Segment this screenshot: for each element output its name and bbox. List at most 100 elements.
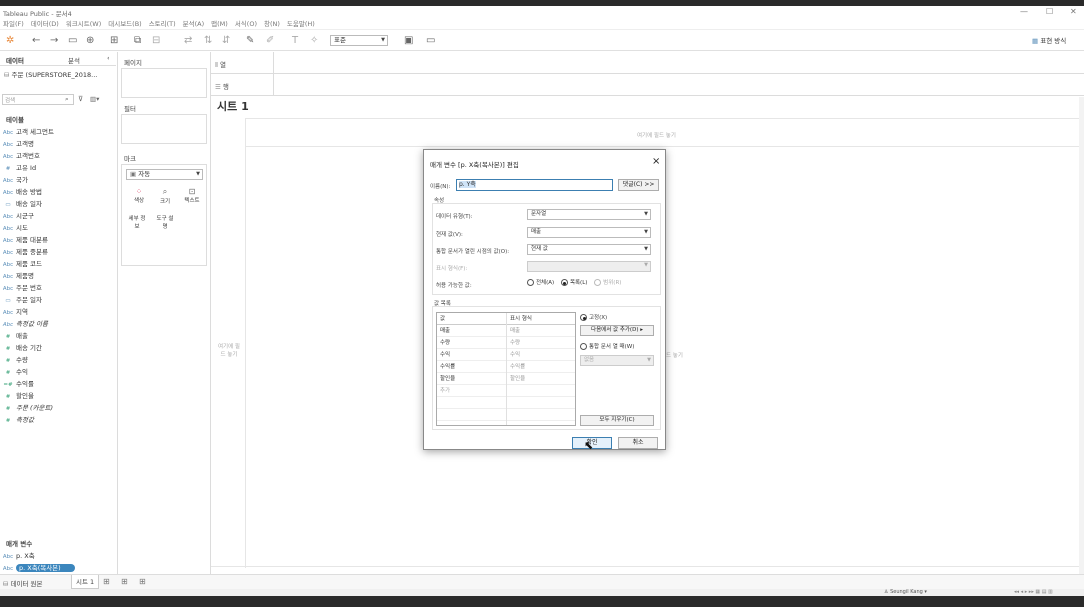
value-list-table[interactable]: 값 표시 형식 매출 매출 수량 수량 수익 수익 수익률 수익률 할인율 할인율 추가 — [436, 312, 576, 426]
name-input[interactable]: p. Y축 — [456, 179, 613, 191]
save-icon[interactable]: ▭ — [68, 36, 77, 46]
measure-field[interactable]: # 매출 — [0, 330, 53, 342]
add-values-from-button[interactable]: 다음에서 값 추가(D) ▸ — [580, 325, 654, 336]
tooltip-button[interactable]: 도구 설명 — [156, 215, 174, 231]
menu-worksheet[interactable]: 워크시트(W) — [66, 18, 101, 30]
parameter-p-x-copy[interactable]: Abc p. X축(복사본) — [0, 562, 116, 574]
datasource-item[interactable]: ⛁ 주문 (SUPERSTORE_2018... — [4, 69, 97, 81]
measure-field[interactable]: # 측정값 — [0, 414, 53, 426]
menu-analysis[interactable]: 분석(A) — [183, 18, 204, 30]
dimension-field[interactable]: Abc 제품 코드 — [0, 258, 54, 270]
menu-story[interactable]: 스토리(T) — [149, 18, 176, 30]
detail-button[interactable]: 세부 정보 — [128, 215, 146, 231]
workbook-open-source-select[interactable]: 없음 ▼ — [580, 355, 654, 366]
sort-asc-icon[interactable]: ⇅ — [204, 36, 212, 46]
radio-when-workbook-opens[interactable]: 통합 문서 열 때(W) — [580, 342, 634, 350]
tableau-logo-icon[interactable]: ✲ — [6, 36, 14, 46]
radio-all[interactable]: 전체(A) — [527, 279, 554, 286]
collapse-pane-icon[interactable]: ‹ — [107, 54, 110, 62]
radio-list[interactable]: 목록(L) — [560, 279, 587, 286]
dimension-field[interactable]: Abc 제품명 — [0, 270, 54, 282]
tab-analysis[interactable]: 분석 — [68, 55, 80, 65]
mark-type-select[interactable]: ▣ 자동 ▼ — [126, 169, 203, 180]
label-icon[interactable]: T — [292, 36, 298, 46]
sheet-tab-1[interactable]: 시트 1 — [71, 575, 100, 589]
comment-button[interactable]: 댓글(C) >> — [618, 179, 659, 191]
color-button[interactable]: ⁘ 색상 — [126, 187, 152, 204]
dimension-field[interactable]: Abc 고객번호 — [0, 150, 54, 162]
highlight-icon[interactable]: ✎ — [246, 36, 254, 46]
drop-field-center[interactable]: 드 놓기 — [666, 351, 683, 359]
dimension-field[interactable]: Abc 국가 — [0, 174, 54, 186]
drop-field-left[interactable]: 여기에 필드 놓기 — [217, 343, 241, 359]
rows-shelf[interactable]: ☰ 행 — [211, 74, 1084, 96]
minimize-icon[interactable]: — — [1020, 7, 1028, 16]
dimension-field[interactable]: ▭ 배송 일자 — [0, 198, 54, 210]
tab-data[interactable]: 데이터 — [6, 55, 24, 65]
close-window-icon[interactable]: ✕ — [1070, 7, 1077, 16]
dimension-field[interactable]: Abc 제품 대분류 — [0, 234, 54, 246]
pages-shelf[interactable] — [121, 68, 207, 98]
dimension-field[interactable]: ▭ 주문 일자 — [0, 294, 54, 306]
back-icon[interactable]: ← — [32, 36, 40, 46]
dimension-field[interactable]: Abc 시도 — [0, 222, 54, 234]
new-sheet-icon[interactable]: ⊞ — [110, 36, 118, 46]
menu-data[interactable]: 데이터(D) — [31, 18, 59, 30]
datatype-select[interactable]: 문자열 ▼ — [527, 209, 651, 220]
pin-icon[interactable]: ✧ — [310, 36, 318, 46]
menu-file[interactable]: 파일(F) — [3, 18, 24, 30]
measure-field[interactable]: # 주문 (카운트) — [0, 402, 53, 414]
view-options-icon[interactable]: ▥▾ — [90, 95, 99, 103]
menu-dashboard[interactable]: 대시보드(B) — [108, 18, 141, 30]
dimension-field[interactable]: Abc 제품 중분류 — [0, 246, 54, 258]
show-me-button[interactable]: ▦ 표현 방식 — [1032, 36, 1066, 46]
cancel-button[interactable]: 취소 — [618, 437, 658, 449]
share-icon[interactable]: ▭ — [426, 36, 435, 46]
columns-shelf[interactable]: ⦀ 열 — [211, 52, 1084, 74]
workbook-open-select[interactable]: 현재 값 ▼ — [527, 244, 651, 255]
dialog-close-icon[interactable]: × — [652, 156, 660, 167]
fit-select[interactable]: 표준 ▼ — [330, 35, 388, 46]
dimension-field[interactable]: Abc 지역 — [0, 306, 54, 318]
maximize-icon[interactable]: ☐ — [1046, 7, 1053, 16]
menu-help[interactable]: 도움말(H) — [287, 18, 315, 30]
text-button[interactable]: ⊡ 텍스트 — [178, 187, 206, 204]
new-story-icon[interactable]: ⊞ — [139, 577, 146, 586]
menu-window[interactable]: 창(N) — [264, 18, 280, 30]
radio-range[interactable]: 범위(R) — [594, 279, 621, 286]
new-datasource-icon[interactable]: ⊕ — [86, 36, 94, 46]
drop-field-top[interactable]: 여기에 필드 놓기 — [637, 131, 676, 139]
dimension-field[interactable]: Abc 주문 번호 — [0, 282, 54, 294]
dimension-field[interactable]: Abc 배송 방법 — [0, 186, 54, 198]
menu-format[interactable]: 서식(O) — [235, 18, 257, 30]
presentation-icon[interactable]: ▣ — [404, 36, 413, 46]
dimension-field[interactable]: Abc 측정값 이름 — [0, 318, 54, 330]
sort-desc-icon[interactable]: ⇵ — [222, 36, 230, 46]
datasource-tab[interactable]: ⛁ 데이터 원본 — [3, 578, 43, 588]
current-value-select[interactable]: 매출 ▼ — [527, 227, 651, 238]
new-dashboard-icon[interactable]: ⊞ — [121, 577, 128, 586]
measure-field[interactable]: # 수익 — [0, 366, 53, 378]
measure-field[interactable]: # 배송 기간 — [0, 342, 53, 354]
duplicate-icon[interactable]: ⧉ — [134, 36, 141, 46]
new-worksheet-icon[interactable]: ⊞ — [103, 577, 110, 586]
filter-icon[interactable]: ⊽ — [78, 95, 83, 103]
display-format-select[interactable]: ▼ — [527, 261, 651, 272]
dimension-field[interactable]: Abc 고객 세그먼트 — [0, 126, 54, 138]
swap-icon[interactable]: ⇄ — [184, 36, 192, 46]
sheet-nav-icons[interactable]: ◂◂ ◂ ▸ ▸▸ ▦ ▤ ▥ — [1014, 589, 1053, 595]
menu-map[interactable]: 맵(M) — [211, 18, 228, 30]
search-input[interactable]: 검색 ⌕ — [2, 94, 74, 105]
forward-icon[interactable]: → — [50, 36, 58, 46]
group-icon[interactable]: ✐ — [266, 36, 274, 46]
measure-field[interactable]: # 수량 — [0, 354, 53, 366]
measure-field[interactable]: =# 수익률 — [0, 378, 53, 390]
filters-shelf[interactable] — [121, 114, 207, 144]
dimension-field[interactable]: # 고유 Id — [0, 162, 54, 174]
vertical-scrollbar[interactable] — [1079, 97, 1084, 574]
clear-icon[interactable]: ⊟ — [152, 36, 160, 46]
radio-fixed[interactable]: 고정(X) — [580, 313, 607, 321]
size-button[interactable]: ⌕ 크기 — [152, 187, 178, 205]
dimension-field[interactable]: Abc 고객명 — [0, 138, 54, 150]
clear-all-button[interactable]: 모두 지우기(C) — [580, 415, 654, 426]
